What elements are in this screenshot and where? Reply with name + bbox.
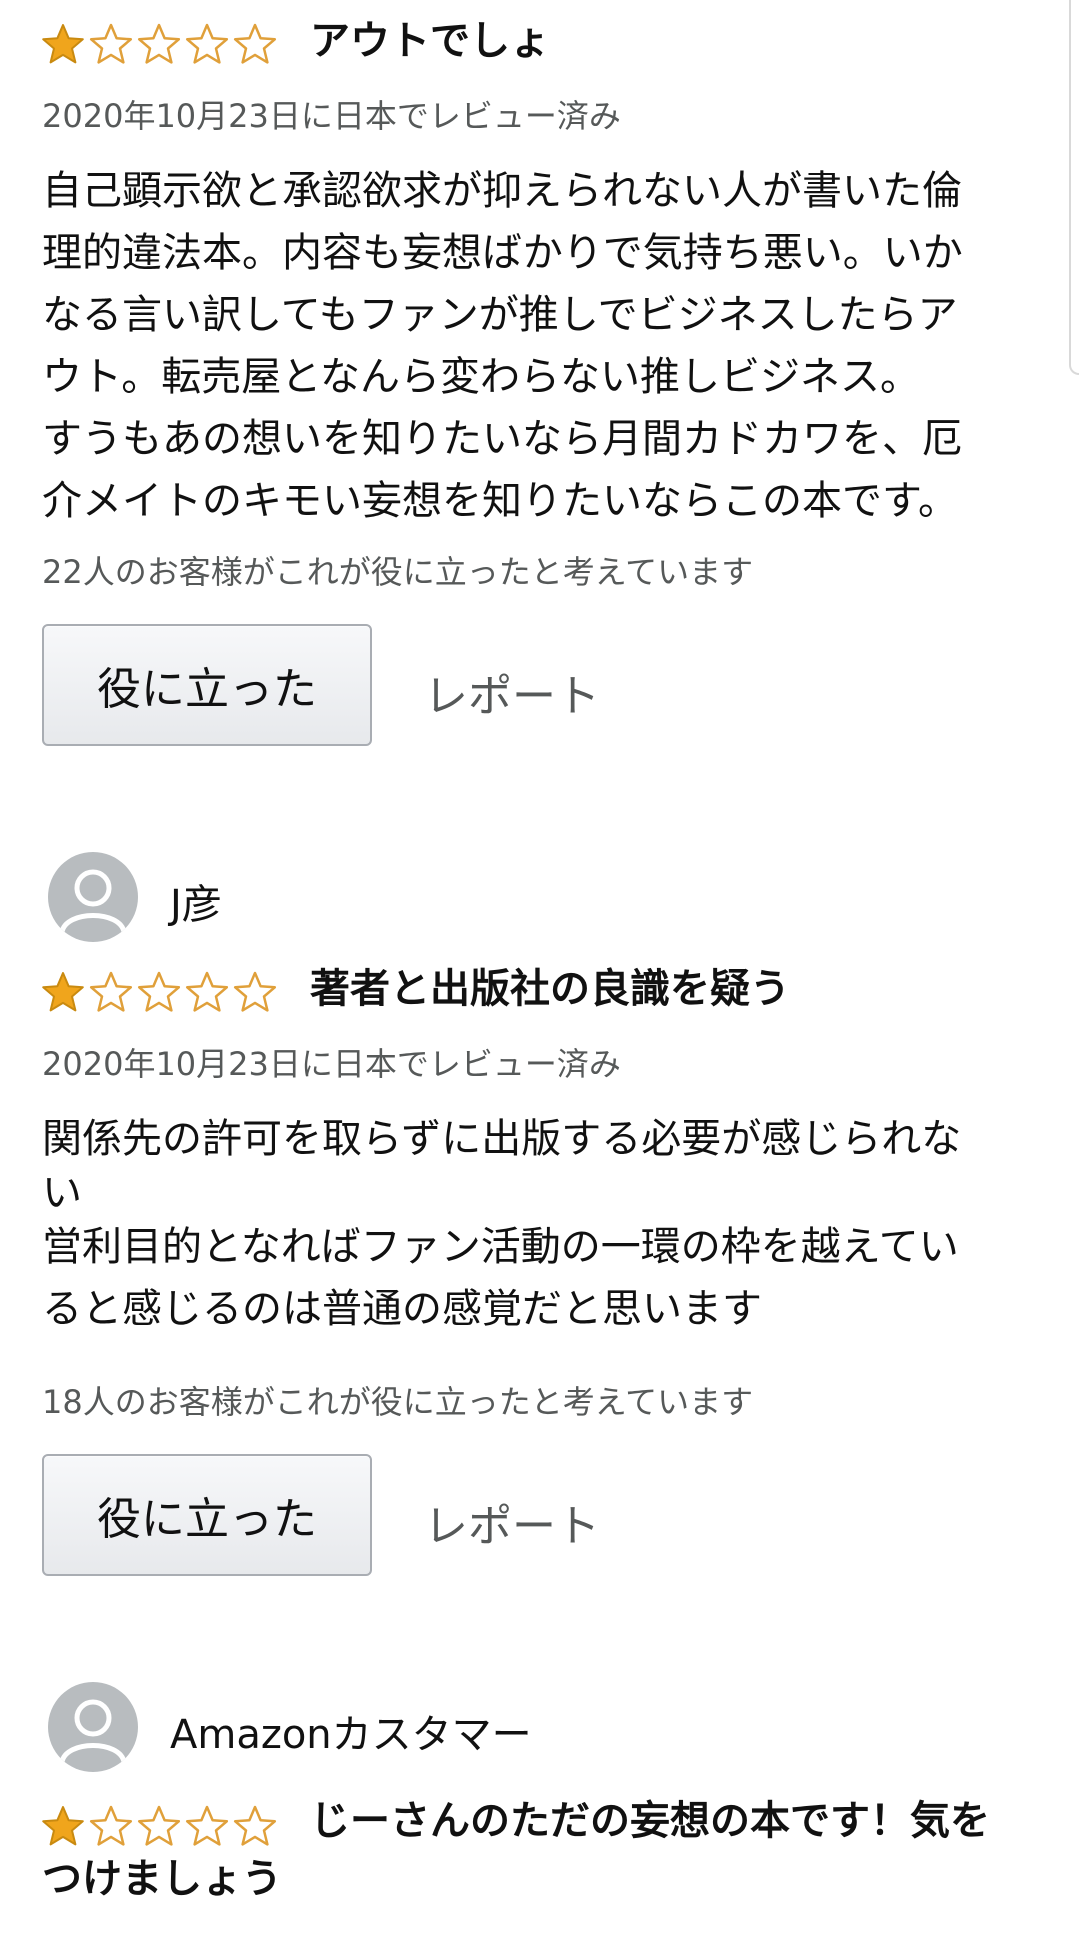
star-filled-icon (42, 972, 84, 1012)
reviewer-name[interactable]: J彦 (170, 872, 222, 930)
reviewer-name[interactable]: Amazonカスタマー (170, 1702, 532, 1760)
report-link[interactable]: レポート (424, 1490, 600, 1554)
star-empty-icon (233, 1805, 277, 1846)
star-empty-icon (89, 1805, 133, 1846)
review-body-line: なる言い訳してもファンが推しでビジネスしたらア (42, 292, 958, 338)
helpful-button[interactable]: 役に立った (42, 1454, 372, 1576)
star-empty-icon (137, 23, 181, 64)
star-empty-icon (137, 1805, 181, 1846)
review-body-line: い (42, 1170, 82, 1216)
review-body-line: すうもあの想いを知りたいなら月間カドカワを、厄 (42, 416, 962, 462)
review-body-line: ると感じるのは普通の感覚だと思います (42, 1286, 762, 1332)
star-empty-icon (185, 971, 229, 1012)
star-filled-icon (42, 24, 84, 64)
star-empty-icon (89, 23, 133, 64)
star-empty-icon (233, 971, 277, 1012)
default-avatar-icon (48, 1682, 138, 1772)
review-date: 2020年10月23日に日本でレビュー済み (42, 1045, 621, 1083)
review-body-line: 自己顕示欲と承認欲求が抑えられない人が書いた倫 (42, 168, 962, 214)
rating-stars (40, 1804, 278, 1848)
star-empty-icon (185, 1805, 229, 1846)
review-body-line: 介メイトのキモい妄想を知りたいならこの本です。 (42, 478, 958, 524)
review-title: アウトでしょ (310, 18, 550, 64)
star-empty-icon (185, 23, 229, 64)
default-avatar-icon (48, 852, 138, 942)
review-title: つけましょう (42, 1856, 282, 1902)
helpful-button[interactable]: 役に立った (42, 624, 372, 746)
star-filled-icon (42, 1806, 84, 1846)
rating-stars (40, 970, 278, 1014)
review-body-line: 関係先の許可を取らずに出版する必要が感じられな (42, 1116, 962, 1162)
review-title: 著者と出版社の良識を疑う (310, 966, 790, 1012)
star-empty-icon (233, 23, 277, 64)
review-body-line: ウト。転売屋となんら変わらない推しビジネス。 (42, 354, 920, 400)
review-body: 関係先の許可を取らずに出版する必要が感じられな い 営利目的となればファン活動の… (42, 1108, 1042, 1340)
helpful-count: 18人のお客様がこれが役に立ったと考えています (42, 1383, 754, 1421)
review-title: じーさんのただの妄想の本です！気を (310, 1798, 990, 1844)
star-empty-icon (137, 971, 181, 1012)
review-date: 2020年10月23日に日本でレビュー済み (42, 97, 621, 135)
report-link[interactable]: レポート (424, 660, 600, 724)
review-body-line: 理的違法本。内容も妄想ばかりで気持ち悪い。いか (42, 230, 963, 276)
review-body-line: 営利目的となればファン活動の一環の枠を越えてい (42, 1224, 959, 1270)
scroll-indicator (1069, 0, 1079, 375)
rating-stars (40, 22, 278, 66)
review-body: 自己顕示欲と承認欲求が抑えられない人が書いた倫 理的違法本。内容も妄想ばかりで気… (42, 160, 1042, 532)
helpful-count: 22人のお客様がこれが役に立ったと考えています (42, 553, 754, 591)
star-empty-icon (89, 971, 133, 1012)
